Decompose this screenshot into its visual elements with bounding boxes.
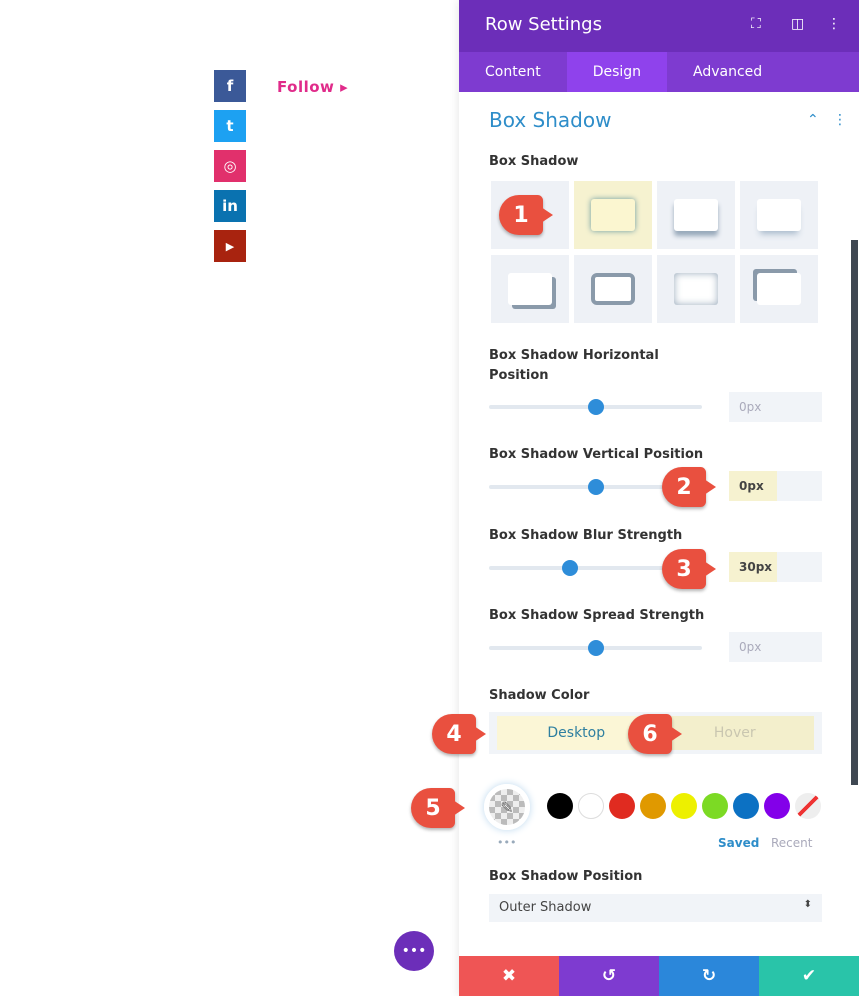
position-select[interactable]: Outer Shadow ⬍ <box>489 894 822 922</box>
annotation-marker: 6 <box>628 714 682 754</box>
swatch-black[interactable] <box>547 793 573 819</box>
section-title[interactable]: Box Shadow <box>489 108 611 132</box>
redo-button[interactable]: ↻ <box>659 956 759 996</box>
undo-button[interactable]: ↺ <box>559 956 659 996</box>
recent-tab[interactable]: Recent <box>771 836 812 850</box>
swatch-orange[interactable] <box>640 793 666 819</box>
youtube-icon[interactable]: ▶ <box>214 230 246 262</box>
shadow-color-label: Shadow Color <box>489 688 590 703</box>
facebook-icon[interactable]: f <box>214 70 246 102</box>
slider-handle[interactable] <box>587 399 604 415</box>
blur-label: Box Shadow Blur Strength <box>489 528 683 543</box>
swatch-yellow[interactable] <box>671 793 697 819</box>
tab-content[interactable]: Content <box>459 52 567 92</box>
horizontal-label: Box Shadow Horizontal Position <box>489 348 659 383</box>
preset-inset[interactable] <box>657 255 735 323</box>
more-options-fab[interactable]: ••• <box>394 931 434 971</box>
box-shadow-label: Box Shadow <box>489 154 579 169</box>
preset-offset[interactable] <box>491 255 569 323</box>
blur-value: 30px <box>729 552 777 582</box>
position-value: Outer Shadow <box>499 900 592 915</box>
swatch-red[interactable] <box>609 793 635 819</box>
preset-bottom[interactable] <box>657 181 735 249</box>
slider-handle[interactable] <box>587 479 604 495</box>
select-arrows-icon: ⬍ <box>803 899 812 910</box>
slider-handle[interactable] <box>587 640 604 656</box>
horizontal-slider[interactable] <box>489 399 702 415</box>
annotation-marker: 4 <box>432 714 486 754</box>
vertical-label: Box Shadow Vertical Position <box>489 447 704 462</box>
row-settings-panel: Row Settings ⛶ ◫ ⋮ Content Design Advanc… <box>459 0 859 996</box>
more-swatches-icon[interactable]: ••• <box>497 836 516 849</box>
fullscreen-icon[interactable]: ⛶ <box>751 16 761 32</box>
linkedin-icon[interactable]: in <box>214 190 246 222</box>
swatch-green[interactable] <box>702 793 728 819</box>
cancel-button[interactable]: ✖ <box>459 956 559 996</box>
tab-advanced[interactable]: Advanced <box>667 52 788 92</box>
horizontal-input[interactable]: 0px <box>729 392 822 422</box>
spread-slider[interactable] <box>489 640 702 656</box>
instagram-icon[interactable]: ◎ <box>214 150 246 182</box>
swatch-blue[interactable] <box>733 793 759 819</box>
saved-tab[interactable]: Saved <box>718 836 759 850</box>
annotation-marker: 2 <box>662 467 716 507</box>
vertical-input[interactable]: 0px <box>729 471 822 501</box>
preset-all-around[interactable] <box>574 181 652 249</box>
kebab-menu-icon[interactable]: ⋮ <box>827 16 841 32</box>
tab-bar: Content Design Advanced <box>459 52 859 92</box>
spread-label: Box Shadow Spread Strength <box>489 608 705 623</box>
chevron-up-icon[interactable]: ⌃ <box>807 112 819 128</box>
slider-handle[interactable] <box>561 560 578 576</box>
swatch-clear-icon[interactable] <box>795 793 821 819</box>
swatch-purple[interactable] <box>764 793 790 819</box>
annotation-marker: 5 <box>411 788 465 828</box>
spread-input[interactable]: 0px <box>729 632 822 662</box>
preset-bottom-soft[interactable] <box>740 181 818 249</box>
panel-title: Row Settings <box>485 14 602 35</box>
footer-bar: ✖ ↺ ↻ ✔ <box>459 956 859 996</box>
eyedropper-picker-icon[interactable]: ✎ <box>484 784 530 830</box>
swatch-white[interactable] <box>578 793 604 819</box>
preset-top-left[interactable] <box>740 255 818 323</box>
panel-header: Row Settings ⛶ ◫ ⋮ <box>459 0 859 52</box>
blur-input[interactable]: 30px <box>729 552 822 582</box>
save-button[interactable]: ✔ <box>759 956 859 996</box>
follow-link[interactable]: Follow ▸ <box>277 78 348 96</box>
annotation-marker: 1 <box>499 195 553 235</box>
preset-border[interactable] <box>574 255 652 323</box>
annotation-marker: 3 <box>662 549 716 589</box>
split-view-icon[interactable]: ◫ <box>791 16 804 32</box>
vertical-value: 0px <box>729 471 777 501</box>
section-menu-icon[interactable]: ⋮ <box>833 112 847 128</box>
twitter-icon[interactable]: t <box>214 110 246 142</box>
tab-design[interactable]: Design <box>566 52 668 92</box>
scrollbar[interactable] <box>851 240 858 785</box>
position-label: Box Shadow Position <box>489 869 643 884</box>
